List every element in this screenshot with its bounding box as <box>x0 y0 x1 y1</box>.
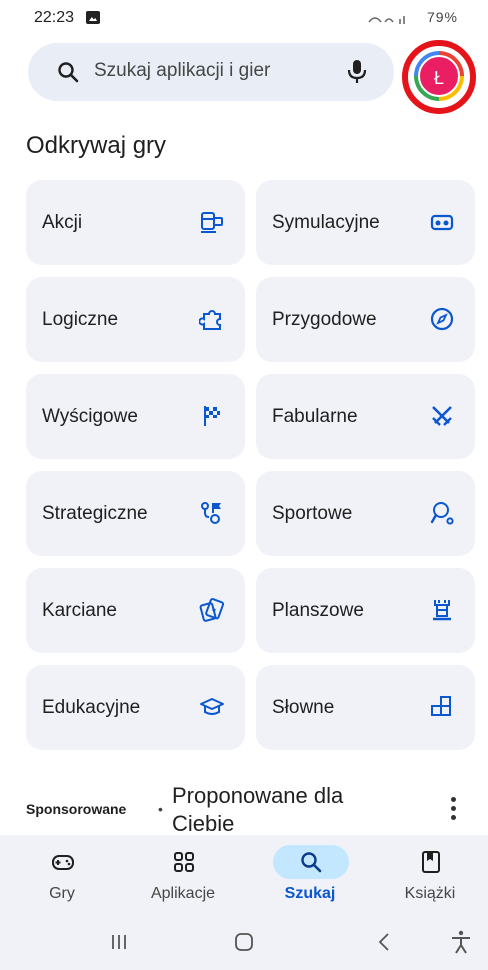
status-time: 22:23 <box>34 9 75 26</box>
category-tile-fabularne[interactable]: Fabularne <box>256 374 475 459</box>
category-label: Przygodowe <box>272 309 377 330</box>
sports-icon <box>430 502 454 525</box>
category-tile-wyscigowe[interactable]: Wyścigowe <box>26 374 245 459</box>
nav-item-gry[interactable]: Gry <box>7 835 117 915</box>
microphone-icon[interactable] <box>346 58 368 86</box>
gallery-notification-icon <box>86 11 100 24</box>
nav-item-szukaj[interactable]: Szukaj <box>255 835 365 915</box>
category-tile-akcji[interactable]: Akcji <box>26 180 245 265</box>
search-icon <box>301 852 322 873</box>
section-title: Odkrywaj gry <box>26 132 167 159</box>
status-battery: 79% <box>367 9 458 26</box>
bottom-navigation: Gry Aplikacje Szukaj Książki <box>0 835 488 915</box>
separator-dot: • <box>158 801 163 817</box>
category-label: Słowne <box>272 697 335 718</box>
puzzle-icon <box>199 310 221 330</box>
apps-grid-icon <box>174 852 194 872</box>
gamepad-icon <box>52 855 74 870</box>
checkered-flag-icon <box>204 406 220 426</box>
category-label: Planszowe <box>272 600 364 621</box>
category-tile-symulacyjne[interactable]: Symulacyjne <box>256 180 475 265</box>
battery-level: 79% <box>426 9 458 25</box>
system-navigation-bar <box>0 915 488 970</box>
nav-label: Aplikacje <box>150 885 216 902</box>
search-bar[interactable]: Szukaj aplikacji i gier <box>28 43 394 101</box>
bookmark-book-icon <box>422 851 440 873</box>
word-tiles-icon <box>431 696 451 716</box>
category-label: Akcji <box>42 212 83 233</box>
vr-headset-icon <box>430 214 454 231</box>
category-label: Logiczne <box>42 309 119 330</box>
back-icon[interactable] <box>372 929 398 955</box>
sponsored-label: Sponsorowane <box>26 801 127 817</box>
category-tile-slowne[interactable]: Słowne <box>256 665 475 750</box>
nav-item-aplikacje[interactable]: Aplikacje <box>128 835 238 915</box>
category-tile-logiczne[interactable]: Logiczne <box>26 277 245 362</box>
category-tile-karciane[interactable]: Karciane <box>26 568 245 653</box>
search-input[interactable]: Szukaj aplikacji i gier <box>94 60 270 82</box>
category-label: Symulacyjne <box>272 212 380 233</box>
category-label: Edukacyjne <box>42 697 141 718</box>
category-tile-edukacyjne[interactable]: Edukacyjne <box>26 665 245 750</box>
home-icon[interactable] <box>231 929 257 955</box>
category-tile-planszowe[interactable]: Planszowe <box>256 568 475 653</box>
category-label: Strategiczne <box>42 503 148 524</box>
category-label: Wyścigowe <box>42 406 138 427</box>
search-icon <box>58 62 79 83</box>
category-tile-przygodowe[interactable]: Przygodowe <box>256 277 475 362</box>
status-bar: 22:23 79% <box>0 0 488 34</box>
avatar[interactable]: Ł <box>414 51 464 101</box>
more-options-icon[interactable] <box>448 797 458 825</box>
chess-rook-icon <box>433 600 451 621</box>
nav-label: Szukaj <box>284 885 336 902</box>
category-label: Fabularne <box>272 406 358 427</box>
strategy-icon <box>201 502 221 524</box>
category-tile-strategiczne[interactable]: Strategiczne <box>26 471 245 556</box>
cards-icon <box>199 598 225 622</box>
category-label: Sportowe <box>272 503 353 524</box>
nav-label: Gry <box>49 885 75 902</box>
category-tile-sportowe[interactable]: Sportowe <box>256 471 475 556</box>
avatar-initial: Ł <box>418 55 460 97</box>
crossed-swords-icon <box>432 406 452 426</box>
compass-icon <box>430 307 454 331</box>
nav-item-ksiazki[interactable]: Książki <box>375 835 485 915</box>
recent-apps-icon[interactable] <box>106 929 132 955</box>
accessibility-icon[interactable] <box>448 929 474 955</box>
signal-icon <box>368 16 405 25</box>
suggested-title: Proponowane dla Ciebie <box>172 783 344 836</box>
action-icon <box>201 212 223 233</box>
category-label: Karciane <box>42 600 117 621</box>
graduation-cap-icon <box>200 698 224 715</box>
nav-label: Książki <box>404 885 456 902</box>
